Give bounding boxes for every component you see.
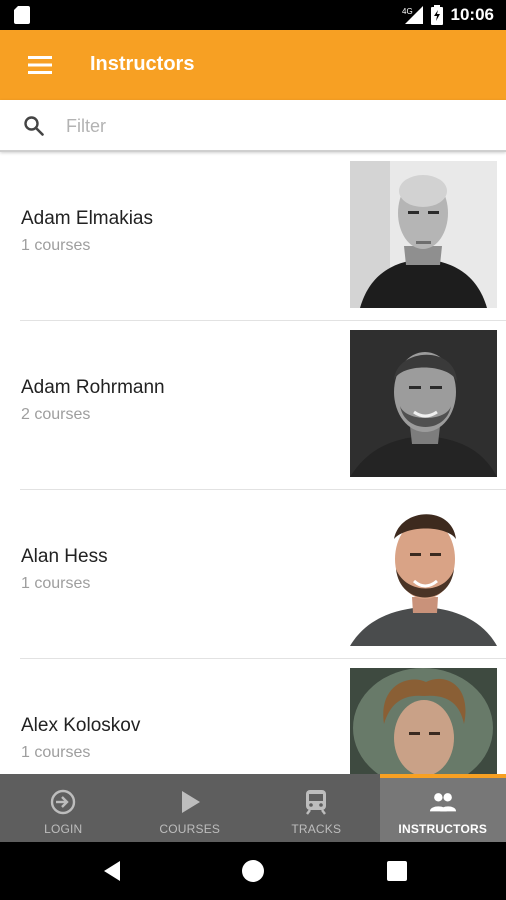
recents-icon[interactable]: [384, 858, 410, 884]
nav-label: COURSES: [159, 822, 221, 836]
instructor-course-count: 1 courses: [21, 744, 91, 761]
nav-label: LOGIN: [44, 822, 83, 836]
instructor-name: Adam Rohrmann: [21, 377, 165, 398]
nav-courses[interactable]: COURSES: [127, 774, 254, 842]
instructor-photo: [350, 330, 497, 477]
nav-instructors[interactable]: INSTRUCTORS: [379, 774, 506, 842]
network-type-label: 4G: [402, 7, 413, 16]
bottom-navigation: LOGIN COURSES TRACKS INSTRUCTORS: [0, 774, 506, 842]
instructor-name: Adam Elmakias: [21, 208, 153, 229]
instructor-row-adam-elmakias[interactable]: Adam Elmakias 1 courses: [0, 152, 506, 321]
app-bar: Instructors: [0, 30, 506, 100]
login-icon: [51, 789, 76, 815]
clock: 10:06: [450, 5, 494, 24]
instructor-photo: [350, 499, 497, 646]
instructor-name: Alan Hess: [21, 546, 108, 567]
sd-card-icon: [14, 6, 30, 24]
back-icon[interactable]: [100, 858, 126, 884]
status-bar: 4G 10:06: [0, 0, 506, 30]
train-icon: [306, 790, 327, 815]
instructor-name: Alex Koloskov: [21, 715, 141, 736]
filter-input[interactable]: [66, 108, 486, 144]
nav-label: TRACKS: [291, 822, 342, 836]
page-title: Instructors: [90, 53, 195, 75]
search-icon: [24, 116, 44, 136]
filter-bar: [0, 100, 506, 152]
instructor-row-adam-rohrmann[interactable]: Adam Rohrmann 2 courses: [0, 321, 506, 490]
system-navigation-bar: [0, 842, 506, 900]
hamburger-menu-icon: [28, 56, 52, 74]
menu-button[interactable]: [18, 47, 62, 83]
instructor-course-count: 1 courses: [21, 237, 91, 254]
instructor-row-alan-hess[interactable]: Alan Hess 1 courses: [0, 490, 506, 659]
instructor-list: Adam Elmakias 1 courses Adam Rohrmann 2 …: [0, 152, 506, 774]
nav-label: INSTRUCTORS: [398, 822, 488, 836]
instructor-course-count: 2 courses: [21, 406, 91, 423]
battery-icon: [430, 5, 443, 25]
home-icon[interactable]: [240, 858, 266, 884]
nav-login[interactable]: LOGIN: [0, 774, 127, 842]
nav-tracks[interactable]: TRACKS: [253, 774, 380, 842]
signal-icon: 4G: [402, 6, 423, 24]
instructor-course-count: 1 courses: [21, 575, 91, 592]
instructor-photo: [350, 668, 497, 774]
instructor-row-alex-koloskov[interactable]: Alex Koloskov 1 courses: [0, 659, 506, 774]
people-icon: [429, 793, 456, 812]
instructor-photo: [350, 161, 497, 308]
play-icon: [181, 791, 200, 813]
